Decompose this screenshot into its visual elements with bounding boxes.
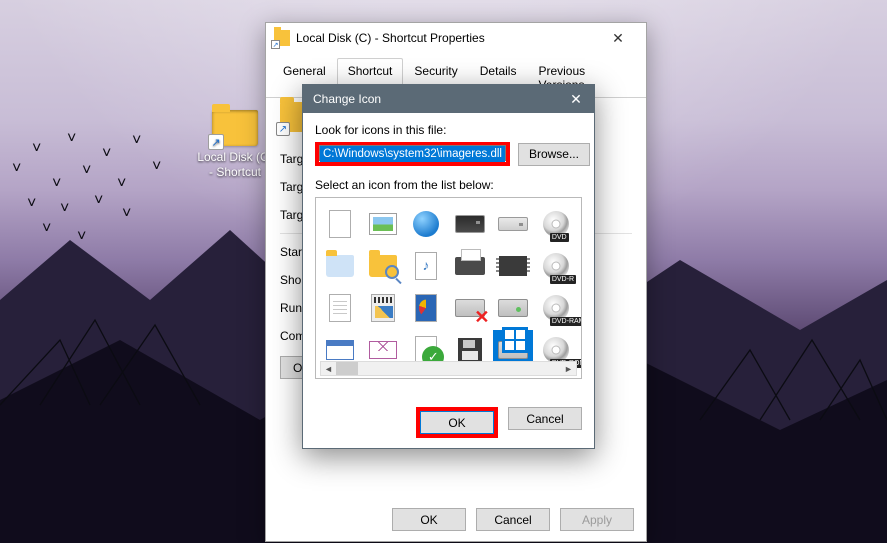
icon-path-input[interactable]: C:\Windows\system32\imageres.dll [319, 145, 506, 161]
change-icon-title: Change Icon [313, 92, 558, 106]
desktop-shortcut-local-disk-c[interactable]: ↗ Local Disk (C) - Shortcut [195, 110, 275, 180]
path-highlight: C:\Windows\system32\imageres.dll [315, 142, 510, 166]
folder-shortcut-icon: ↗ [212, 110, 258, 146]
properties-apply-button[interactable]: Apply [560, 508, 634, 531]
icon-music-sheet[interactable] [406, 246, 446, 286]
icon-floppy-drive[interactable] [450, 204, 490, 244]
desktop-shortcut-label: Local Disk (C) - Shortcut [195, 150, 275, 180]
folder-shortcut-icon: ↗ [274, 30, 290, 46]
icon-drive-error[interactable]: ✕ [450, 288, 490, 328]
properties-titlebar[interactable]: ↗ Local Disk (C) - Shortcut Properties ✕ [266, 23, 646, 53]
icon-dvd-r-disc[interactable]: DVD-R [536, 246, 576, 286]
scroll-right-icon[interactable]: ► [561, 362, 576, 375]
icon-folder-search[interactable] [363, 246, 403, 286]
icon-folder-open[interactable] [320, 246, 360, 286]
properties-cancel-button[interactable]: Cancel [476, 508, 550, 531]
icon-ram-chip[interactable] [493, 246, 533, 286]
ok-highlight: OK [416, 407, 498, 438]
icon-drive-removable[interactable] [493, 288, 533, 328]
properties-footer: OK Cancel Apply [266, 508, 646, 531]
browse-button[interactable]: Browse... [518, 143, 590, 166]
scrollbar-thumb[interactable] [336, 362, 358, 375]
select-icon-label: Select an icon from the list below: [315, 178, 582, 192]
icon-globe[interactable] [406, 204, 446, 244]
icon-blank-sheet[interactable] [320, 204, 360, 244]
horizontal-scrollbar[interactable]: ◄ ► [320, 361, 577, 376]
properties-title: Local Disk (C) - Shortcut Properties [296, 31, 598, 45]
icon-dvd-ram-disc[interactable]: DVD-RAM [536, 288, 576, 328]
icon-printer[interactable] [450, 246, 490, 286]
icon-dvd-disc[interactable]: DVD [536, 204, 576, 244]
change-icon-cancel-button[interactable]: Cancel [508, 407, 582, 430]
icon-grid: DVDDVD-R✕DVD-RAM✓DVD-ROM [320, 204, 577, 370]
icon-text-sheet[interactable] [320, 288, 360, 328]
change-icon-titlebar[interactable]: Change Icon ✕ [303, 85, 594, 113]
close-icon[interactable]: ✕ [558, 85, 594, 113]
icon-list-pane: DVDDVD-R✕DVD-RAM✓DVD-ROM ◄ ► [315, 197, 582, 379]
look-for-icons-label: Look for icons in this file: [315, 123, 582, 137]
icon-chart-sheet[interactable] [406, 288, 446, 328]
icon-video-file[interactable] [363, 288, 403, 328]
change-icon-dialog: Change Icon ✕ Look for icons in this fil… [302, 84, 595, 449]
icon-optical-drive[interactable] [493, 204, 533, 244]
close-icon[interactable]: ✕ [598, 26, 638, 50]
change-icon-footer: OK Cancel [303, 407, 594, 438]
icon-photo[interactable] [363, 204, 403, 244]
icon-path-value: C:\Windows\system32\imageres.dll [320, 146, 505, 162]
scroll-left-icon[interactable]: ◄ [321, 362, 336, 375]
properties-ok-button[interactable]: OK [392, 508, 466, 531]
change-icon-ok-button[interactable]: OK [420, 411, 494, 434]
